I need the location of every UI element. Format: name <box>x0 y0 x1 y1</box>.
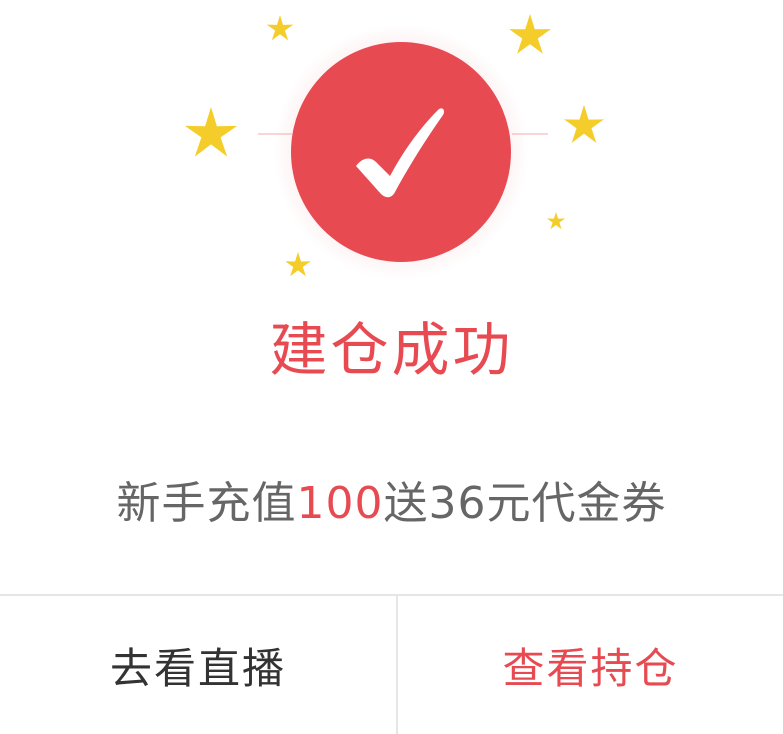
promo-amount: 100 <box>296 478 384 529</box>
watch-live-button[interactable]: 去看直播 <box>0 596 396 734</box>
star-icon <box>266 15 294 41</box>
success-title: 建仓成功 <box>269 316 514 384</box>
view-positions-button[interactable]: 查看持仓 <box>398 596 783 734</box>
view-positions-label: 查看持仓 <box>502 643 679 693</box>
star-icon <box>184 107 238 157</box>
promo-prefix: 新手充值 <box>116 478 297 529</box>
star-icon <box>564 105 604 143</box>
star-icon <box>285 252 311 277</box>
promo-suffix: 送36元代金券 <box>383 478 667 529</box>
star-icon <box>547 212 565 230</box>
watch-live-label: 去看直播 <box>109 643 286 693</box>
success-dialog: 建仓成功 新手充值100送36元代金券 去看直播 查看持仓 <box>0 0 783 734</box>
success-illustration <box>0 0 783 290</box>
star-icon <box>509 14 551 54</box>
check-circle-icon <box>291 42 511 262</box>
promo-text: 新手充值100送36元代金券 <box>0 476 783 532</box>
